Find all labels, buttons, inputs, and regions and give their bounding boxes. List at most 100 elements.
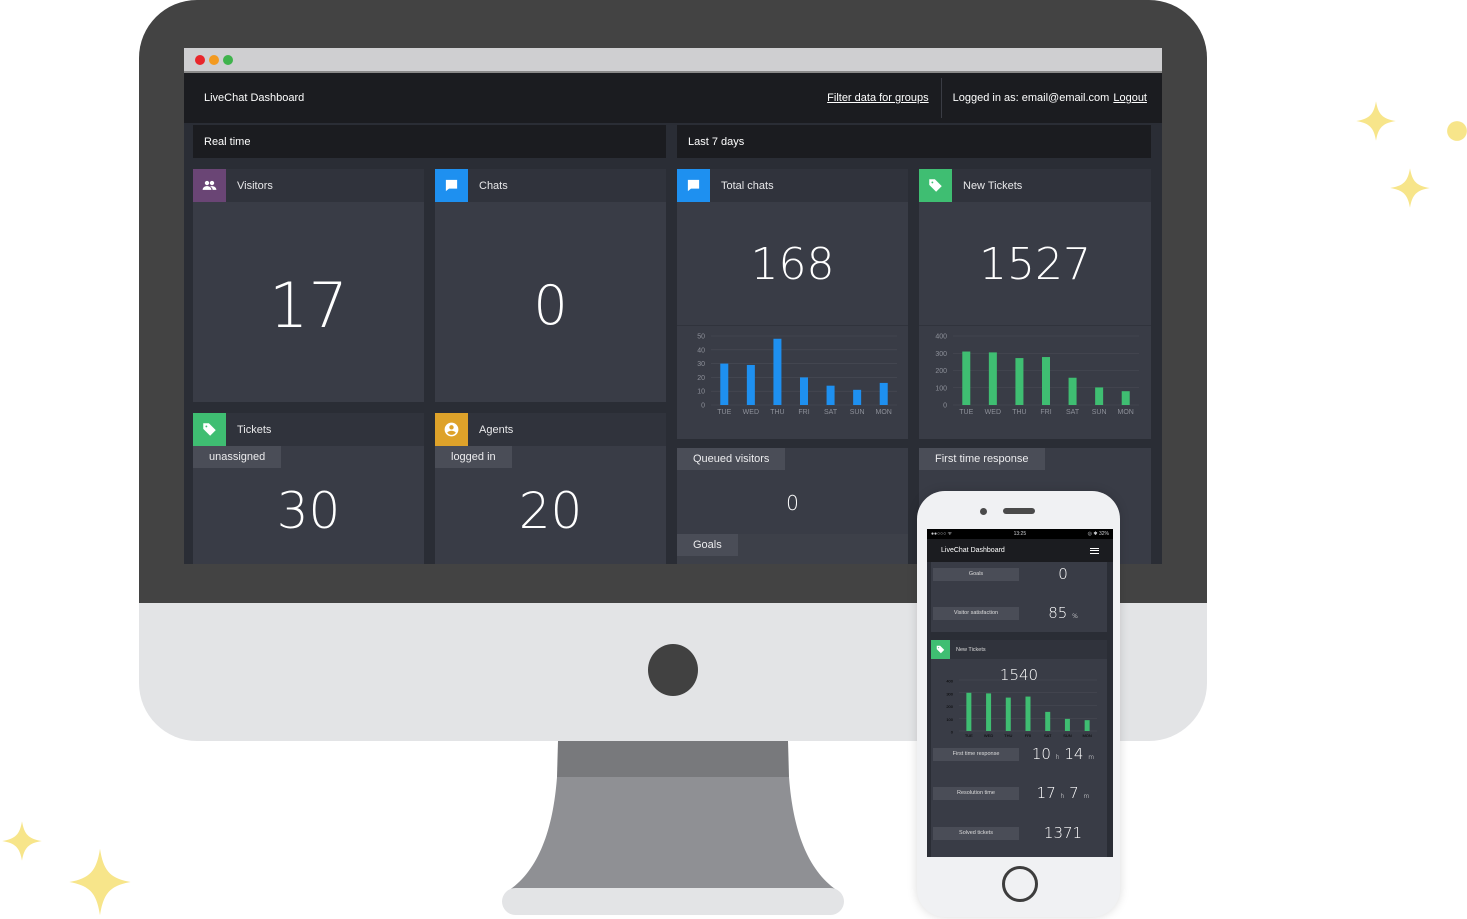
tickets-value: 30 [276, 482, 341, 540]
x-tick-label: THU [1012, 409, 1026, 416]
bar-sun[interactable] [1064, 718, 1070, 731]
x-tick-label: SUN [850, 409, 865, 416]
bar-fri[interactable] [1042, 357, 1050, 405]
total-chats-value: 168 [750, 239, 835, 290]
y-tick-label: 0 [701, 403, 705, 410]
maximize-window-button[interactable] [223, 54, 233, 65]
x-tick-label: WED [743, 409, 759, 416]
phone-status-bar: ●●○○○ ᯤ 13:25 ◎ ✱ 32% [927, 529, 1113, 539]
goals-pill: Goals [677, 534, 738, 556]
x-tick-label: TUE [965, 733, 973, 738]
x-tick-label: MON [1082, 733, 1091, 738]
x-tick-label: FRI [1040, 409, 1051, 416]
y-tick-label: 100 [946, 717, 953, 722]
phone-device: ●●○○○ ᯤ 13:25 ◎ ✱ 32% LiveChat Dashboard… [917, 491, 1120, 917]
bar-sun[interactable] [1095, 387, 1104, 405]
bar-sat[interactable] [1068, 377, 1077, 405]
sparkle-dot-icon [1447, 121, 1467, 141]
bar-tue[interactable] [720, 363, 729, 405]
login-info: Logged in as: email@email.com Logout [942, 92, 1162, 104]
phone-resolution-label: Resolution time [933, 786, 1019, 800]
x-tick-label: WED [985, 409, 1001, 416]
x-tick-label: SAT [1066, 409, 1080, 416]
window-titlebar [184, 48, 1162, 73]
phone-new-tickets-card[interactable]: New Tickets 0 100 200 300 400 TUE WED THU FRI SAT… [931, 640, 1107, 740]
hours-unit: h [1055, 754, 1060, 761]
phone-camera [980, 508, 987, 515]
agents-title: Agents [479, 423, 514, 436]
logout-link[interactable]: Logout [1113, 92, 1147, 104]
bar-fri[interactable] [800, 377, 808, 405]
phone-resolution-row: Resolution time 17 h 7 m [933, 784, 1107, 802]
bar-mon[interactable] [1121, 391, 1130, 405]
phone-app-title: LiveChat Dashboard [941, 547, 1005, 554]
queued-visitors-card[interactable]: Queued visitors 0 [677, 448, 908, 534]
y-tick-label: 400 [935, 334, 947, 341]
user-circle-icon [435, 413, 468, 446]
minimize-window-button[interactable] [209, 54, 219, 65]
new-tickets-card[interactable]: New Tickets 1527 0 100 200 300 400 TUE WED THU F… [919, 169, 1151, 439]
y-tick-label: 200 [946, 704, 953, 709]
x-tick-label: FRI [798, 409, 809, 416]
agents-value: 20 [518, 482, 583, 540]
bar-wed[interactable] [986, 693, 992, 731]
chat-bubble-icon [677, 169, 710, 202]
bar-wed[interactable] [746, 364, 755, 405]
phone-satisfaction-value: 85 [1048, 604, 1068, 622]
bar-tue[interactable] [962, 351, 971, 405]
close-window-button[interactable] [195, 54, 205, 65]
chats-title: Chats [479, 179, 508, 192]
agents-card[interactable]: Agents logged in 20 [435, 413, 666, 564]
desktop-screen: LiveChat Dashboard Filter data for group… [184, 48, 1162, 564]
y-tick-label: 40 [697, 347, 705, 354]
bar-sat[interactable] [826, 385, 835, 405]
bar-thu[interactable] [773, 338, 782, 405]
bar-sun[interactable] [853, 389, 862, 405]
tickets-card[interactable]: Tickets unassigned 30 [193, 413, 424, 564]
bar-mon[interactable] [879, 382, 888, 405]
phone-screen: ●●○○○ ᯤ 13:25 ◎ ✱ 32% LiveChat Dashboard… [927, 529, 1113, 857]
y-tick-label: 100 [935, 385, 947, 392]
battery-indicator: ◎ ✱ 32% [1087, 531, 1109, 537]
x-tick-label: WED [984, 733, 993, 738]
bar-wed[interactable] [988, 352, 997, 405]
bar-tue[interactable] [966, 692, 972, 731]
chats-card[interactable]: Chats 0 [435, 169, 666, 402]
x-tick-label: SAT [1044, 733, 1052, 738]
phone-goals-value: 0 [1058, 565, 1068, 583]
queued-visitors-pill: Queued visitors [677, 448, 786, 470]
visitors-value: 17 [269, 269, 348, 342]
bar-fri[interactable] [1025, 696, 1031, 731]
phone-satisfaction-label: Visitor satisfaction [933, 606, 1019, 620]
minutes-unit: m [1083, 793, 1090, 800]
phone-solved-row: Solved tickets 1371 [933, 824, 1107, 842]
visitors-card[interactable]: Visitors 17 [193, 169, 424, 402]
stage: LiveChat Dashboard Filter data for group… [0, 0, 1467, 919]
bar-thu[interactable] [1005, 697, 1011, 731]
bar-sat[interactable] [1045, 711, 1051, 731]
phone-home-button[interactable] [1002, 866, 1038, 902]
x-tick-label: THU [770, 409, 784, 416]
sparkle-icon [1390, 168, 1430, 208]
x-tick-label: THU [1004, 733, 1012, 738]
logged-in-label: Logged in as: email@email.com [952, 92, 1110, 104]
x-tick-label: SAT [824, 409, 838, 416]
x-tick-label: MON [1118, 409, 1134, 416]
first-response-pill: First time response [919, 448, 1045, 470]
hamburger-menu-icon[interactable] [1090, 547, 1099, 554]
section-realtime: Real time [193, 125, 666, 158]
bar-thu[interactable] [1015, 358, 1024, 405]
bar-mon[interactable] [1084, 720, 1090, 731]
phone-first-response-label: First time response [933, 747, 1019, 761]
total-chats-title: Total chats [721, 179, 774, 192]
y-tick-label: 30 [697, 361, 705, 368]
goals-card[interactable]: Goals [677, 534, 908, 564]
monitor-stand [508, 741, 838, 891]
total-chats-card[interactable]: Total chats 168 0 10 20 30 40 50 TUE WED THU FRI S… [677, 169, 908, 439]
filter-groups-link[interactable]: Filter data for groups [827, 92, 941, 104]
y-tick-label: 300 [946, 691, 953, 696]
y-tick-label: 0 [943, 403, 947, 410]
unassigned-pill: unassigned [193, 446, 282, 468]
phone-new-tickets-value: 1540 [999, 666, 1039, 684]
x-tick-label: SUN [1063, 733, 1072, 738]
